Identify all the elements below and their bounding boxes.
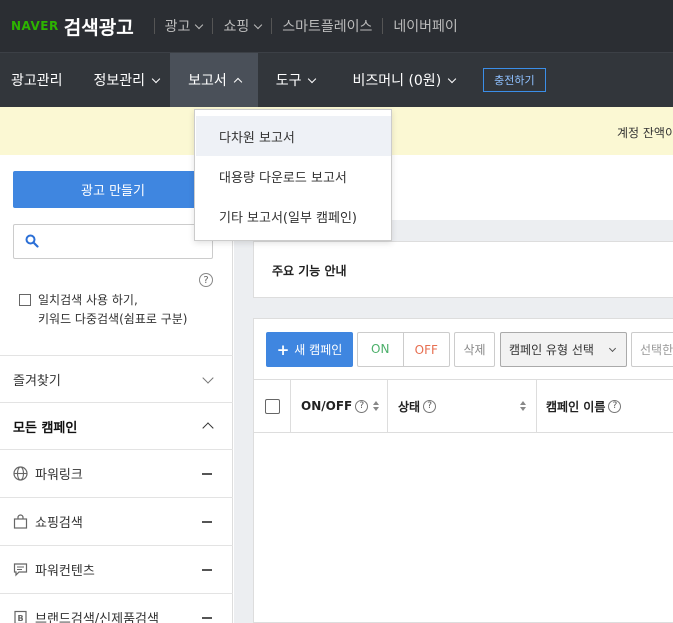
collapse-icon[interactable] <box>202 472 212 475</box>
nav-ad-management[interactable]: 광고관리 <box>0 53 74 107</box>
column-campaign-name[interactable]: 캠페인 이름 ? <box>537 380 673 432</box>
divider <box>382 18 384 34</box>
feature-guide-panel[interactable]: 주요 기능 안내 <box>253 241 673 298</box>
favorites-section[interactable]: 즐겨찾기 <box>0 355 233 402</box>
selected-action-button[interactable]: 선택한 <box>631 332 673 367</box>
all-campaigns-section[interactable]: 모든 캠페인 <box>0 402 233 449</box>
chevron-down-icon <box>202 371 214 384</box>
main-nav: 광고관리 정보관리 보고서 도구 비즈머니 (0원) 충전하기 <box>0 52 673 107</box>
sidebar-item-power-contents[interactable]: 파워컨텐츠 <box>0 545 233 593</box>
help-icon[interactable]: ? <box>423 399 437 413</box>
search-icon <box>25 234 39 248</box>
svg-text:B: B <box>18 614 24 623</box>
delete-button[interactable]: 삭제 <box>454 332 495 367</box>
create-ad-button[interactable]: 광고 만들기 <box>13 171 213 208</box>
column-status[interactable]: 상태 ? <box>388 380 537 432</box>
feature-guide-title: 주요 기능 안내 <box>272 264 347 278</box>
column-onoff[interactable]: ON/OFF ? <box>291 380 388 432</box>
plus-icon: + <box>276 340 290 359</box>
nav-bizmoney[interactable]: 비즈머니 (0원) <box>326 53 466 107</box>
help-icon[interactable]: ? <box>608 399 622 413</box>
campaign-type-select[interactable]: 캠페인 유형 선택 <box>500 332 627 367</box>
campaign-table-panel: + 새 캠페인 ON OFF 삭제 캠페인 유형 선택 선택한 ON/OFF ?… <box>253 318 673 623</box>
exact-match-checkbox[interactable] <box>19 294 31 306</box>
chevron-down-icon <box>151 74 161 83</box>
campaign-search-input[interactable] <box>13 224 213 259</box>
globe-icon <box>13 466 28 481</box>
exact-match-label: 일치검색 사용 하기, <box>38 293 138 307</box>
select-all-checkbox[interactable] <box>264 398 280 414</box>
chevron-up-icon <box>233 77 242 86</box>
on-off-toggle: ON OFF <box>357 332 450 367</box>
chevron-down-icon <box>447 74 457 83</box>
new-campaign-button[interactable]: + 새 캠페인 <box>266 332 353 367</box>
help-icon[interactable]: ? <box>355 399 369 413</box>
divider <box>212 18 214 34</box>
top-link-naverpay[interactable]: 네이버페이 <box>393 16 457 36</box>
nav-info-management[interactable]: 정보관리 <box>74 53 171 107</box>
charge-button[interactable]: 충전하기 <box>483 68 546 92</box>
brand-icon: B <box>14 610 27 623</box>
help-icon[interactable]: ? <box>199 273 213 287</box>
nav-tools[interactable]: 도구 <box>258 53 327 107</box>
chevron-down-icon <box>195 20 204 29</box>
collapse-icon[interactable] <box>202 616 212 619</box>
nav-reports[interactable]: 보고서 <box>170 53 258 107</box>
chevron-down-icon <box>608 344 617 352</box>
divider <box>271 18 273 34</box>
sidebar-item-shopping-search[interactable]: 쇼핑검색 <box>0 497 233 545</box>
reports-dropdown-menu: 다차원 보고서 대용량 다운로드 보고서 기타 보고서(일부 캠페인) <box>194 109 392 241</box>
select-all-checkbox-cell <box>254 380 291 432</box>
menu-item-bulk-download-report[interactable]: 대용량 다운로드 보고서 <box>196 156 391 196</box>
chevron-down-icon <box>308 74 317 83</box>
divider <box>153 18 155 34</box>
off-button[interactable]: OFF <box>404 343 450 357</box>
menu-item-other-report[interactable]: 기타 보고서(일부 캠페인) <box>196 196 391 236</box>
naver-logo[interactable]: NAVER <box>11 19 59 33</box>
service-title[interactable]: 검색광고 <box>64 13 134 40</box>
top-link-shopping[interactable]: 쇼핑 <box>223 16 263 36</box>
sort-icon[interactable] <box>373 401 380 411</box>
multi-keyword-label: 키워드 다중검색(쉼표로 구분) <box>38 312 188 326</box>
top-link-ads[interactable]: 광고 <box>165 16 204 36</box>
sidebar-item-powerlink[interactable]: 파워링크 <box>0 449 233 497</box>
top-link-smartplace[interactable]: 스마트플레이스 <box>282 16 372 36</box>
speech-bubble-icon <box>13 563 28 577</box>
chevron-down-icon <box>253 20 263 29</box>
collapse-icon[interactable] <box>202 520 212 523</box>
sort-icon[interactable] <box>520 401 526 411</box>
chevron-up-icon <box>202 421 214 434</box>
table-header: ON/OFF ? 상태 ? 캠페인 이름 ? <box>254 379 673 433</box>
shopping-bag-icon <box>13 514 28 529</box>
top-bar: NAVER 검색광고 광고 쇼핑 스마트플레이스 네이버페이 <box>0 0 673 52</box>
menu-item-multidim-report[interactable]: 다차원 보고서 <box>196 116 391 156</box>
notice-text: 계정 잔액이 <box>617 126 673 140</box>
sidebar-item-brand-search[interactable]: B 브랜드검색/신제품검색 <box>0 593 233 623</box>
on-button[interactable]: ON <box>358 333 404 366</box>
collapse-icon[interactable] <box>202 568 212 571</box>
